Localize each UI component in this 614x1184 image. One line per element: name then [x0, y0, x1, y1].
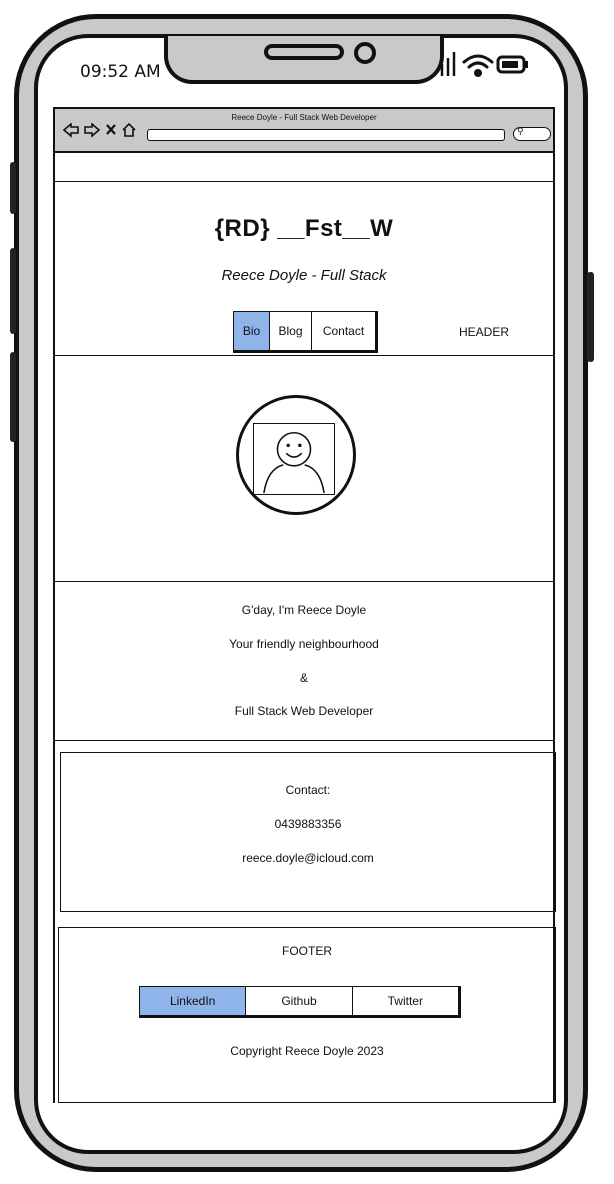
divider: [55, 355, 553, 356]
main-nav: Bio Blog Contact: [233, 311, 378, 353]
browser-search-field[interactable]: ⚲: [513, 126, 551, 141]
side-button-volume-down: [10, 352, 16, 442]
speaker-grille: [264, 44, 344, 60]
signal-icon: [440, 52, 456, 76]
footer-section: FOOTER LinkedIn Github Twitter Copyright…: [58, 927, 556, 1103]
footer-label: FOOTER: [282, 944, 332, 958]
status-icons: [440, 52, 528, 77]
social-links: LinkedIn Github Twitter: [139, 986, 461, 1018]
browser-toolbar: Reece Doyle - Full Stack Web Developer ⚲: [55, 107, 553, 153]
nav-blog[interactable]: Blog: [270, 312, 312, 350]
url-field[interactable]: [147, 129, 505, 141]
browser-nav-icons: [63, 123, 136, 138]
wifi-icon: [462, 54, 494, 77]
search-icon: ⚲: [517, 126, 524, 136]
brand-logo-text: {RD} __Fst__W: [214, 215, 394, 242]
linkedin-link[interactable]: LinkedIn: [140, 987, 247, 1015]
twitter-link[interactable]: Twitter: [353, 987, 458, 1015]
divider: [55, 740, 553, 741]
home-icon: [122, 123, 136, 137]
github-link[interactable]: Github: [246, 987, 353, 1015]
browser-title: Reece Doyle - Full Stack Web Developer: [231, 113, 377, 122]
bio-line-2: Your friendly neighbourhood: [229, 637, 379, 651]
copyright-text: Copyright Reece Doyle 2023: [230, 1044, 384, 1058]
status-time: 09:52 AM: [80, 62, 161, 82]
camera-icon: [354, 42, 376, 64]
nav-bio[interactable]: Bio: [234, 312, 270, 350]
side-button-power: [587, 272, 594, 362]
back-arrow-icon: [63, 123, 79, 138]
avatar-placeholder-icon: [253, 423, 335, 495]
contact-phone[interactable]: 0439883356: [61, 817, 555, 831]
bio-greeting: G'day, I'm Reece Doyle: [241, 603, 367, 617]
side-button-volume-up: [10, 248, 16, 334]
contact-section: Contact: 0439883356 reece.doyle@icloud.c…: [60, 752, 556, 912]
side-button-mute: [10, 162, 16, 214]
site-tagline: Reece Doyle - Full Stack: [221, 267, 387, 284]
header-section-label: HEADER: [459, 325, 510, 339]
nav-contact[interactable]: Contact: [312, 312, 375, 350]
bio-line-3: &: [299, 671, 308, 685]
contact-title: Contact:: [285, 783, 331, 797]
divider: [55, 181, 553, 182]
divider: [55, 581, 553, 582]
battery-icon: [496, 55, 528, 74]
forward-arrow-icon: [84, 123, 101, 138]
web-page: Reece Doyle - Full Stack Web Developer ⚲…: [53, 107, 556, 1103]
close-icon: [106, 124, 116, 135]
bio-role: Full Stack Web Developer: [234, 704, 374, 718]
contact-email[interactable]: reece.doyle@icloud.com: [61, 851, 555, 865]
